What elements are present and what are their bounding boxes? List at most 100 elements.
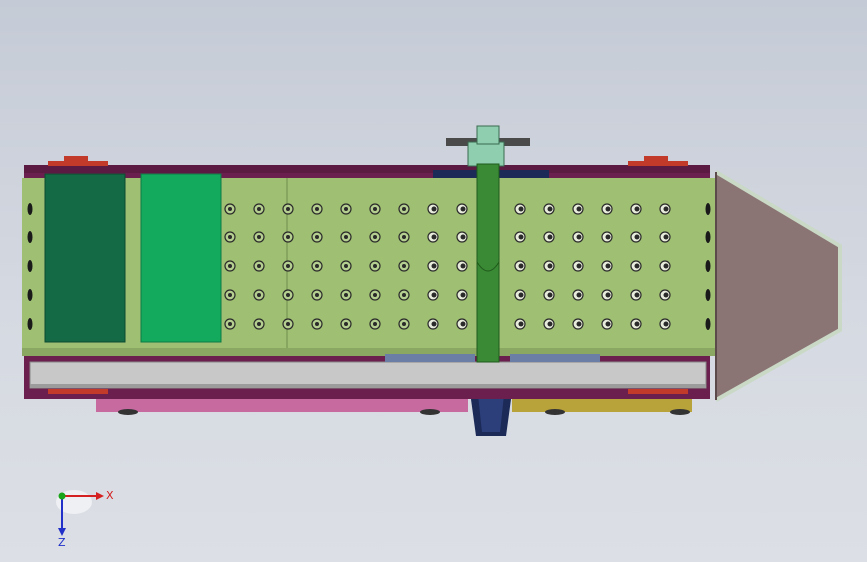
discharge-nozzle-highlight <box>478 395 504 432</box>
perforation-hole-center <box>431 206 437 212</box>
perforation-hole-center <box>257 235 261 239</box>
perforation-hole-center <box>547 292 553 298</box>
perforation-hole-center <box>634 292 640 298</box>
perforation-hole-center <box>402 322 406 326</box>
perforation-hole-center <box>286 293 290 297</box>
side-slot-hole <box>705 318 711 330</box>
light-green-panel <box>140 173 222 343</box>
perforation-hole-center <box>228 235 232 239</box>
perforation-hole-center <box>605 321 611 327</box>
perforation-hole-center <box>286 207 290 211</box>
bottom-yellow-plate <box>512 398 692 412</box>
perforation-hole-center <box>634 321 640 327</box>
perforation-hole-center <box>373 235 377 239</box>
perforation-hole-center <box>547 234 553 240</box>
perforation-hole-center <box>373 264 377 268</box>
perforation-hole-center <box>605 263 611 269</box>
perforation-hole-center <box>460 321 466 327</box>
perforation-hole-center <box>663 263 669 269</box>
perforation-hole-center <box>605 206 611 212</box>
perforation-hole-center <box>286 235 290 239</box>
cad-model-view[interactable] <box>0 0 867 562</box>
perforation-hole-center <box>315 322 319 326</box>
perforation-hole-center <box>663 292 669 298</box>
side-slot-hole <box>705 203 711 215</box>
perforation-hole-center <box>663 206 669 212</box>
cad-viewport[interactable]: X Z <box>0 0 867 562</box>
rail-blue-block <box>510 354 600 362</box>
perforation-hole-center <box>373 293 377 297</box>
side-slot-hole <box>27 260 33 272</box>
side-slot-hole <box>27 318 33 330</box>
perforation-hole-center <box>518 263 524 269</box>
perforation-hole-center <box>460 263 466 269</box>
side-slot-hole <box>27 231 33 243</box>
perforation-hole-center <box>576 263 582 269</box>
side-slot-hole <box>27 203 33 215</box>
perforation-hole-center <box>460 234 466 240</box>
perforation-hole-center <box>460 292 466 298</box>
z-axis-arrowhead <box>58 528 66 536</box>
perforation-hole-center <box>605 234 611 240</box>
bottom-pink-plate <box>96 398 468 412</box>
flange-bottom-left <box>48 389 108 394</box>
perforation-hole-center <box>634 263 640 269</box>
x-axis-arrowhead <box>96 492 104 500</box>
perforation-hole-center <box>547 321 553 327</box>
shaft-collar <box>467 141 505 167</box>
perforation-hole-center <box>228 293 232 297</box>
perforation-hole-center <box>402 293 406 297</box>
rail-shadow <box>30 384 706 388</box>
bottom-foot <box>420 409 440 415</box>
perforation-hole-center <box>518 292 524 298</box>
perforation-hole-center <box>373 207 377 211</box>
coordinate-triad: X Z <box>56 489 114 548</box>
flange-bottom-right <box>628 389 688 394</box>
perforation-hole-center <box>576 292 582 298</box>
perforation-hole-center <box>663 234 669 240</box>
perforation-hole-center <box>344 293 348 297</box>
perforation-hole-center <box>286 322 290 326</box>
perforation-hole-center <box>518 234 524 240</box>
flange-top-left <box>48 156 108 166</box>
perforation-hole-center <box>402 235 406 239</box>
perforation-hole-center <box>576 234 582 240</box>
perforation-hole-center <box>576 206 582 212</box>
perforation-hole-center <box>315 293 319 297</box>
perforation-hole-center <box>344 322 348 326</box>
perforation-hole-center <box>663 321 669 327</box>
perforation-hole-center <box>576 321 582 327</box>
perforation-hole-center <box>228 207 232 211</box>
perforation-hole-center <box>315 207 319 211</box>
perforation-hole-center <box>605 292 611 298</box>
dark-green-panel <box>44 173 126 343</box>
shaft-cap <box>476 125 500 145</box>
perforation-hole-center <box>634 234 640 240</box>
perforation-hole-center <box>257 322 261 326</box>
perforation-hole-center <box>315 235 319 239</box>
vertical-shaft <box>476 163 500 363</box>
perforation-hole-center <box>373 322 377 326</box>
side-slot-hole <box>705 231 711 243</box>
z-axis-label: Z <box>58 536 66 548</box>
bottom-foot <box>545 409 565 415</box>
perforation-hole-center <box>431 321 437 327</box>
perforation-hole-center <box>257 207 261 211</box>
perforation-hole-center <box>547 263 553 269</box>
side-slot-hole <box>27 289 33 301</box>
side-slot-hole <box>705 289 711 301</box>
perforation-hole-center <box>431 234 437 240</box>
perforation-hole-center <box>518 321 524 327</box>
frame-top-strip <box>24 165 710 173</box>
perforation-hole-center <box>431 263 437 269</box>
x-axis-label: X <box>106 489 114 502</box>
perforation-hole-center <box>402 207 406 211</box>
body-bottom-strip <box>22 348 716 356</box>
flange-top-right <box>628 156 688 166</box>
bottom-foot <box>670 409 690 415</box>
perforation-hole-center <box>344 264 348 268</box>
perforation-hole-center <box>228 322 232 326</box>
perforation-hole-center <box>228 264 232 268</box>
perforation-hole-center <box>344 235 348 239</box>
perforation-hole-center <box>634 206 640 212</box>
